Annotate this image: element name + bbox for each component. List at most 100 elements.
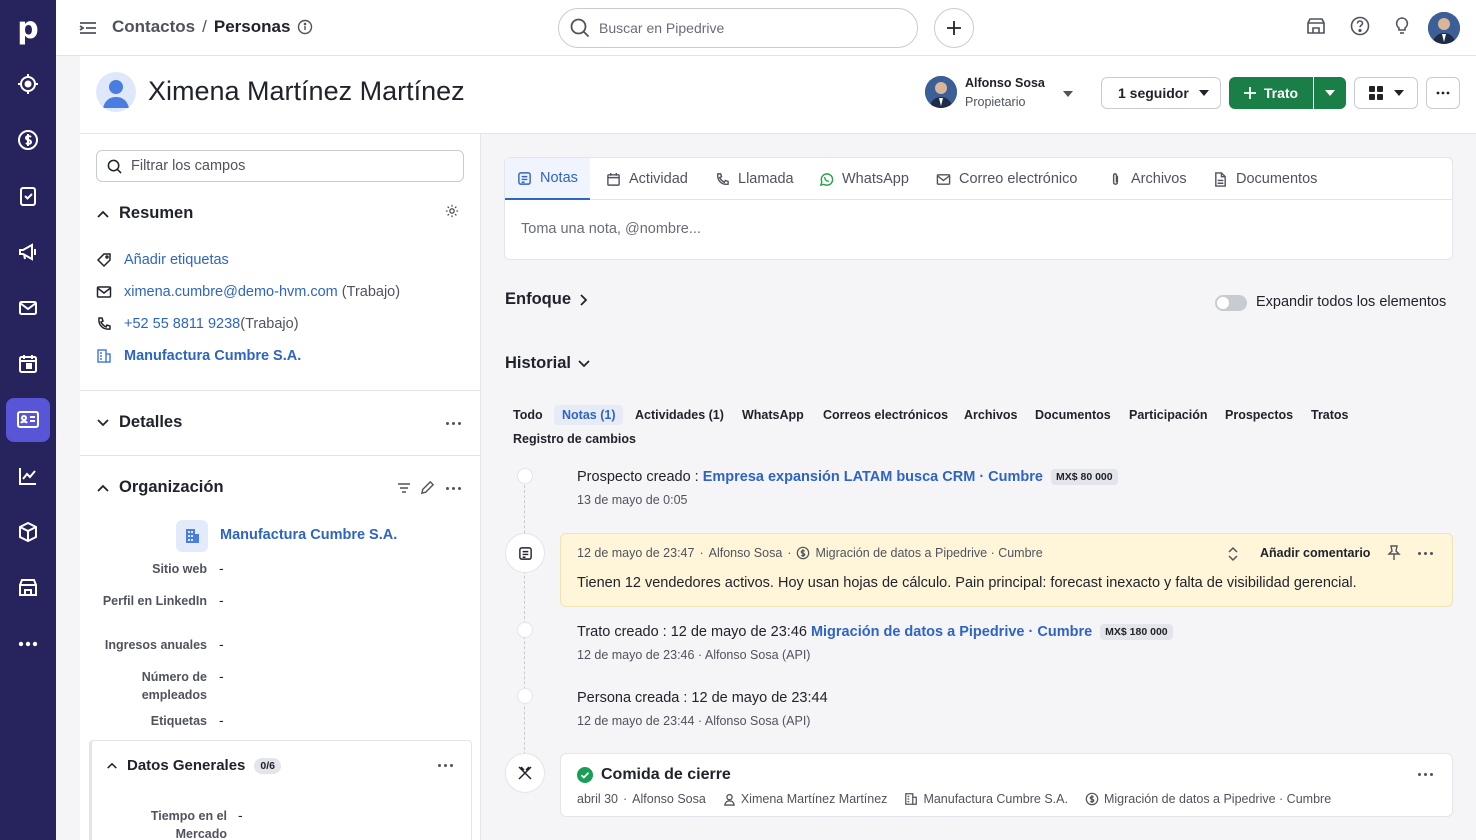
nav-megaphone-icon[interactable] [6,230,50,274]
activity-meta: abril 30 · Alfonso Sosa Ximena Martínez … [577,792,1332,806]
organization-name-link[interactable]: Manufactura Cumbre S.A. [220,527,397,543]
nav-calendar-icon[interactable] [6,342,50,386]
general-data-section: Datos Generales 0/6 Tiempo en el Mercado… [89,740,472,840]
history-tab-changelog[interactable]: Registro de cambios [513,432,636,446]
general-data-more-icon[interactable] [438,764,453,767]
email-link[interactable]: ximena.cumbre@demo-hvm.com [124,284,338,300]
global-search-input[interactable]: Buscar en Pipedrive [558,8,918,48]
add-tags-link[interactable]: Añadir etiquetas [124,252,229,268]
pin-icon[interactable] [1387,545,1401,561]
organization-more-icon[interactable] [446,487,461,490]
history-tab-whatsapp[interactable]: WhatsApp [742,408,804,422]
history-tab-participation[interactable]: Participación [1129,408,1208,422]
owner-dropdown-caret-icon[interactable] [1062,89,1074,99]
quick-add-button[interactable] [934,8,974,48]
person-avatar-icon [96,72,136,112]
filter-fields-input[interactable]: Filtrar los campos [96,150,464,182]
history-tab-documents[interactable]: Documentos [1035,408,1111,422]
followers-button[interactable]: 1 seguidor [1101,77,1221,109]
history-tab-leads[interactable]: Prospectos [1225,408,1293,422]
person-name[interactable]: Ximena Martínez Martínez [148,76,465,107]
organization-section-toggle[interactable]: Organización [96,478,224,497]
history-tab-all[interactable]: Todo [513,408,543,422]
nav-target-icon[interactable] [6,62,50,106]
field-value-market-time[interactable]: - [238,807,243,823]
edit-pencil-icon[interactable] [420,480,435,495]
tab-notes[interactable]: Notas [505,158,590,200]
add-tags-row[interactable]: Añadir etiquetas [96,252,229,268]
owner-name[interactable]: Alfonso Sosa [965,76,1045,90]
organization-link[interactable]: Manufactura Cumbre S.A. [124,348,301,364]
note-input[interactable]: Toma una nota, @nombre... [521,221,701,237]
note-author[interactable]: Alfonso Sosa [709,546,783,560]
activity-owner[interactable]: Alfonso Sosa [632,792,706,806]
phone-link[interactable]: +52 55 8811 9238 [124,316,240,332]
layout-view-button[interactable] [1354,77,1418,109]
add-deal-button[interactable]: Trato [1229,77,1313,109]
general-data-toggle[interactable]: Datos Generales 0/6 [106,757,281,774]
nav-dollar-icon[interactable] [6,118,50,162]
nav-contact-card-icon[interactable] [6,398,50,442]
tab-files[interactable]: Archivos [1108,158,1187,200]
expand-all-toggle[interactable] [1215,295,1247,311]
breadcrumb-people: Personas [213,17,291,36]
nav-box-icon[interactable] [6,510,50,554]
help-icon[interactable] [1350,16,1370,36]
tab-documents[interactable]: Documentos [1213,158,1317,200]
history-section-toggle[interactable]: Historial [505,354,591,373]
lead-created-meta: 13 de mayo de 0:05 [577,493,688,507]
filter-icon[interactable] [397,481,411,495]
focus-section-toggle[interactable]: Enfoque [505,290,588,309]
header-more-button[interactable] [1426,77,1460,109]
tab-email[interactable]: Correo electrónico [936,158,1077,200]
details-title: Detalles [119,413,183,431]
history-tab-activities[interactable]: Actividades (1) [635,408,724,422]
activity-title[interactable]: Comida de cierre [601,766,731,784]
activity-more-icon[interactable] [1418,773,1433,776]
activity-org[interactable]: Manufactura Cumbre S.A. [923,792,1068,806]
history-tab-deals[interactable]: Tratos [1311,408,1349,422]
breadcrumb-contacts[interactable]: Contactos [112,17,195,37]
history-tab-files[interactable]: Archivos [964,408,1018,422]
info-icon[interactable] [297,19,313,35]
add-deal-dropdown-button[interactable] [1314,77,1346,109]
field-value-website[interactable]: - [219,560,224,576]
nav-chart-icon[interactable] [6,454,50,498]
details-section-toggle[interactable]: Detalles [96,413,182,432]
menu-collapse-icon[interactable] [78,18,98,38]
meal-activity-icon [505,753,545,793]
field-value-revenue[interactable]: - [219,636,224,652]
tab-call[interactable]: Llamada [715,158,794,200]
nav-more-icon[interactable] [6,622,50,666]
nav-mail-icon[interactable] [6,286,50,330]
add-comment-button[interactable]: Añadir comentario [1260,546,1370,560]
tab-activity[interactable]: Actividad [606,158,688,200]
field-value-tags[interactable]: - [219,712,224,728]
summary-section-toggle[interactable]: Resumen [96,204,193,223]
tab-whatsapp[interactable]: WhatsApp [819,158,909,200]
deal-link[interactable]: Migración de datos a Pipedrive · Cumbre [811,624,1092,640]
history-tab-notes[interactable]: Notas (1) [554,405,624,425]
marketplace-icon[interactable] [1306,16,1326,36]
lead-link[interactable]: Empresa expansión LATAM busca CRM · Cumb… [703,469,1043,485]
activity-deal[interactable]: Migración de datos a Pipedrive · Cumbre [1104,792,1331,806]
lightbulb-icon[interactable] [1392,16,1412,36]
user-avatar[interactable] [1428,12,1460,44]
divider [80,390,480,391]
chevron-down-icon [578,359,590,367]
field-value-employees[interactable]: - [219,668,224,684]
note-more-icon[interactable] [1418,552,1433,555]
note-deal[interactable]: Migración de datos a Pipedrive · Cumbre [815,546,1042,560]
paperclip-icon [1112,172,1119,185]
details-more-icon[interactable] [446,422,461,425]
gear-icon[interactable] [445,204,459,218]
deal-amount-badge: MX$ 180 000 [1100,624,1173,640]
note-icon [518,171,531,185]
expand-collapse-icon[interactable] [1227,546,1239,562]
pipedrive-logo[interactable]: p [0,0,56,56]
nav-clipboard-check-icon[interactable] [6,174,50,218]
field-value-linkedin[interactable]: - [219,592,224,608]
nav-store-icon[interactable] [6,566,50,610]
history-tab-emails[interactable]: Correos electrónicos [823,408,948,422]
activity-person[interactable]: Ximena Martínez Martínez [741,792,888,806]
